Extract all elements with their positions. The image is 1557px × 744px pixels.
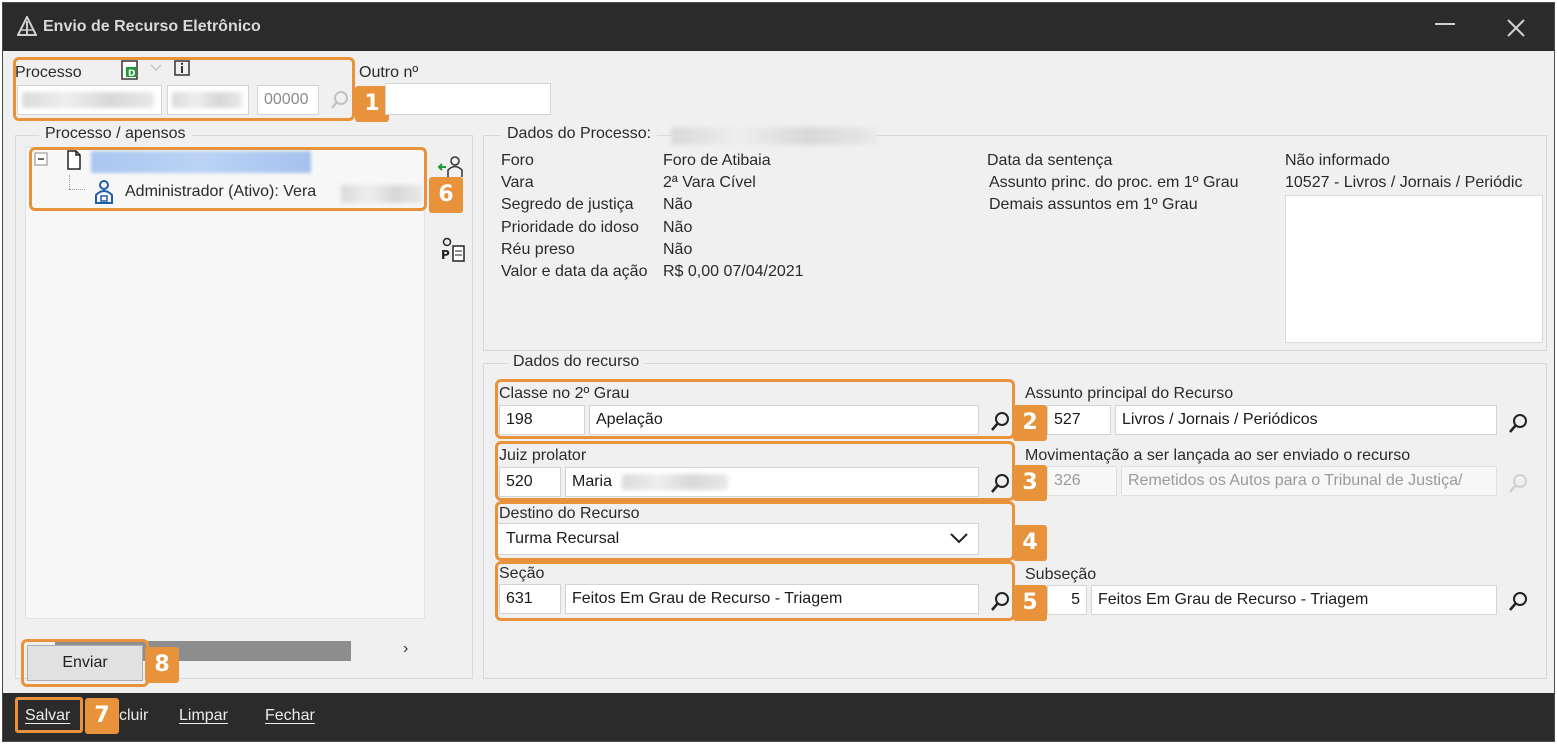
subsecao-name-field[interactable]: Feitos Em Grau de Recurso - Triagem — [1091, 585, 1497, 615]
excluir-button[interactable]: cluir — [119, 707, 148, 725]
search-icon[interactable] — [1507, 589, 1531, 613]
valor-value: R$ 0,00 07/04/2021 — [663, 263, 804, 280]
dados-recurso-title: Dados do recurso — [507, 353, 646, 371]
highlight-8 — [21, 639, 149, 687]
assunto-1grau-value: 10527 - Livros / Jornais / Periódic — [1285, 174, 1523, 191]
add-party-icon[interactable] — [437, 155, 465, 179]
prioridade-value: Não — [663, 219, 693, 236]
demais-assuntos-list[interactable] — [1285, 195, 1543, 343]
search-icon[interactable] — [1507, 411, 1531, 435]
minimize-button[interactable] — [1435, 23, 1455, 25]
foro-label: Foro — [501, 152, 534, 169]
svg-text:P: P — [441, 248, 450, 262]
subsecao-code-field[interactable]: 5 — [1047, 585, 1087, 615]
valor-label: Valor e data da ação — [501, 263, 648, 280]
highlight-5 — [495, 561, 1015, 621]
close-icon[interactable] — [1501, 13, 1531, 43]
bottom-toolbar: Salvar cluir Limpar Fechar 7 — [3, 693, 1554, 741]
outro-numero-label: Outro nº — [359, 64, 419, 81]
reu-preso-label: Réu preso — [501, 241, 575, 258]
reu-preso-value: Não — [663, 241, 693, 258]
subsecao-label: Subseção — [1025, 566, 1097, 583]
assunto-recurso-label: Assunto principal do Recurso — [1025, 385, 1234, 402]
highlight-6 — [29, 147, 427, 211]
movimentacao-name-field: Remetidos os Autos para o Tribunal de Ju… — [1121, 466, 1497, 496]
highlight-7 — [15, 697, 83, 733]
segredo-label: Segredo de justiça — [501, 196, 634, 213]
apensos-group-title: Processo / apensos — [39, 125, 192, 143]
limpar-button[interactable]: Limpar — [179, 707, 228, 725]
segredo-value: Não — [663, 196, 693, 213]
badge-4: 4 — [1013, 525, 1047, 561]
dados-processo-title: Dados do Processo: — [501, 125, 658, 143]
highlight-3 — [495, 441, 1015, 501]
highlight-1 — [13, 57, 355, 121]
assunto-recurso-name-field[interactable]: Livros / Jornais / Periódicos — [1115, 405, 1497, 435]
scroll-right-icon[interactable]: › — [403, 640, 408, 658]
movimentacao-code-field: 326 — [1047, 466, 1117, 496]
app-logo-icon — [17, 16, 37, 36]
vara-label: Vara — [501, 174, 534, 191]
assunto-1grau-label: Assunto princ. do proc. em 1º Grau — [989, 174, 1239, 191]
data-sentenca-value: Não informado — [1285, 152, 1390, 169]
demais-assuntos-label: Demais assuntos em 1º Grau — [989, 196, 1198, 213]
dialog-content: Processo D 00000 1 Outro nº Processo / a… — [3, 51, 1554, 693]
data-sentenca-label: Data da sentença — [987, 152, 1113, 169]
process-tree[interactable] — [25, 147, 425, 619]
fechar-button[interactable]: Fechar — [265, 707, 315, 725]
party-document-icon[interactable]: P — [439, 237, 467, 265]
badge-7: 7 — [85, 698, 119, 734]
highlight-4 — [495, 501, 1015, 561]
title-bar: Envio de Recurso Eletrônico — [3, 3, 1554, 51]
vara-value: 2ª Vara Cível — [663, 174, 756, 191]
search-icon — [1509, 474, 1527, 493]
assunto-recurso-code-field[interactable]: 527 — [1047, 405, 1111, 435]
badge-8: 8 — [145, 647, 179, 683]
window-title: Envio de Recurso Eletrônico — [43, 18, 261, 35]
badge-2: 2 — [1013, 405, 1047, 441]
prioridade-label: Prioridade do idoso — [501, 219, 639, 236]
highlight-2 — [495, 379, 1015, 439]
badge-1: 1 — [355, 86, 389, 122]
movimentacao-label: Movimentação a ser lançada ao ser enviad… — [1025, 447, 1411, 464]
foro-value: Foro de Atibaia — [663, 152, 771, 169]
outro-numero-field[interactable] — [385, 83, 551, 115]
badge-6: 6 — [429, 177, 463, 213]
dialog-window: Envio de Recurso Eletrônico Processo D 0… — [2, 2, 1555, 742]
badge-5: 5 — [1013, 585, 1047, 621]
badge-3: 3 — [1013, 465, 1047, 501]
